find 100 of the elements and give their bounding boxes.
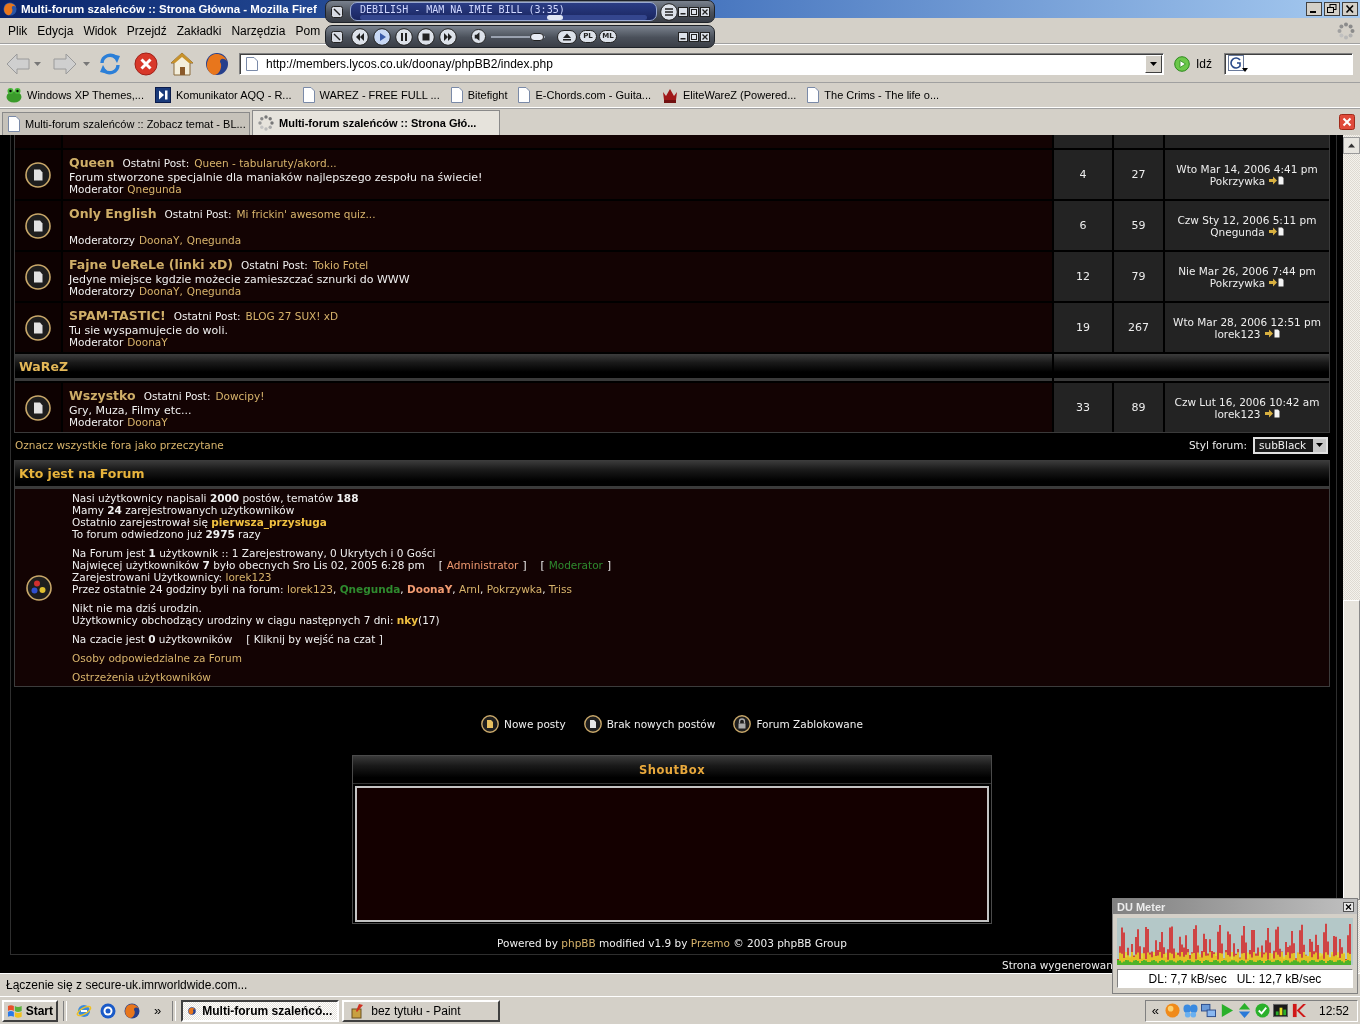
scrollbar-track[interactable] bbox=[1343, 135, 1360, 973]
minimize-icon[interactable] bbox=[678, 6, 688, 17]
start-button[interactable]: Start bbox=[2, 999, 58, 1022]
taskbar-button[interactable]: Multi-forum szaleńcó... bbox=[181, 999, 340, 1022]
admin-link[interactable]: DoonaY bbox=[406, 583, 453, 595]
text-link[interactable]: lorek123 bbox=[287, 583, 333, 595]
arrow-page-icon[interactable] bbox=[1268, 227, 1284, 236]
last-post-author[interactable]: lorek123 bbox=[1214, 407, 1261, 420]
restore-icon[interactable] bbox=[1324, 2, 1340, 16]
k-logo-icon[interactable] bbox=[1290, 1003, 1306, 1018]
text-link[interactable]: phpBB bbox=[561, 937, 596, 949]
more-chevron[interactable]: » bbox=[154, 1003, 162, 1018]
menu-item[interactable]: Narzędzia bbox=[226, 20, 291, 41]
username-link[interactable]: nky bbox=[396, 614, 419, 626]
dropdown-button[interactable] bbox=[1313, 438, 1326, 452]
moderator-link[interactable]: DoonaY, bbox=[138, 234, 183, 246]
search-field[interactable] bbox=[1224, 52, 1353, 75]
admin-link[interactable]: Administrator bbox=[446, 559, 519, 571]
menu-item[interactable]: Zakładki bbox=[171, 20, 227, 41]
speaker-icon[interactable] bbox=[471, 29, 486, 44]
moderator-link[interactable]: Qnegunda bbox=[186, 234, 242, 246]
text-link[interactable]: ArnI bbox=[458, 583, 481, 595]
mark-read-link[interactable]: Oznacz wszystkie fora jako przeczytane bbox=[15, 439, 224, 451]
moderator-link[interactable]: DoonaY bbox=[127, 336, 168, 348]
scroll-up-icon[interactable] bbox=[1343, 137, 1360, 154]
seek-track[interactable] bbox=[360, 14, 647, 20]
category-title[interactable]: WaReZ bbox=[19, 358, 68, 374]
last-post-link[interactable]: Dowcipy! bbox=[215, 390, 265, 402]
scrollbar-thumb[interactable] bbox=[1343, 600, 1360, 900]
bookmark-item[interactable]: E-Chords.com - Guita... bbox=[518, 87, 652, 103]
stop-icon[interactable] bbox=[417, 27, 435, 46]
maximize-icon[interactable] bbox=[689, 31, 699, 42]
forum-title-link[interactable]: Queen bbox=[69, 155, 115, 170]
seek-thumb[interactable] bbox=[547, 14, 564, 20]
maximize-icon[interactable] bbox=[689, 6, 699, 17]
check-circle-icon[interactable] bbox=[1254, 1003, 1270, 1018]
minimize-icon[interactable] bbox=[678, 31, 688, 42]
up-down-arrows-icon[interactable] bbox=[1236, 1003, 1252, 1018]
menu-item[interactable]: Plik bbox=[3, 20, 33, 41]
menu-item[interactable]: Edycja bbox=[32, 20, 79, 41]
text-link[interactable]: Osoby odpowiedzialne za Forum bbox=[72, 652, 242, 664]
volume-slider[interactable] bbox=[491, 32, 545, 41]
forum-title-link[interactable]: Wszystko bbox=[69, 388, 136, 403]
text-link[interactable]: Przemo bbox=[690, 937, 730, 949]
browser-tab[interactable]: Multi-forum szaleńców :: Strona Głó... bbox=[252, 110, 500, 135]
stop-icon[interactable] bbox=[134, 51, 158, 76]
meter-box-icon[interactable] bbox=[1272, 1003, 1288, 1018]
arrow-page-icon[interactable] bbox=[1269, 278, 1285, 287]
moderator-link[interactable]: DoonaY bbox=[127, 416, 168, 428]
close-icon[interactable] bbox=[700, 31, 710, 42]
last-post-author[interactable]: lorek123 bbox=[1214, 327, 1261, 340]
chat-link[interactable]: [ Kliknij by wejść na czat ] bbox=[246, 633, 383, 645]
address-dropdown-button[interactable] bbox=[1145, 54, 1162, 73]
arrow-page-icon[interactable] bbox=[1264, 409, 1280, 418]
forum-title-link[interactable]: SPAM-TASTIC! bbox=[69, 308, 166, 323]
fox-globe-icon[interactable] bbox=[205, 51, 229, 76]
go-button[interactable]: Idź bbox=[1174, 55, 1212, 72]
text-link[interactable]: Ostrzeżenia użytkowników bbox=[72, 671, 211, 683]
moderator-link[interactable]: Qnegunda bbox=[127, 183, 182, 195]
taskbar-button[interactable]: bez tytułu - Paint bbox=[342, 999, 501, 1022]
menu-item[interactable]: Pom bbox=[290, 20, 326, 41]
eject-icon[interactable] bbox=[557, 29, 577, 44]
forum-title-link[interactable]: Fajne UeReLe (linki xD) bbox=[69, 257, 234, 272]
next-icon[interactable] bbox=[439, 27, 457, 46]
arrow-page-icon[interactable] bbox=[1269, 176, 1285, 185]
network-icon[interactable] bbox=[1200, 1003, 1216, 1018]
forum-title-link[interactable]: Only English bbox=[69, 206, 157, 221]
last-post-link[interactable]: Tokio Fotel bbox=[312, 259, 369, 271]
globe-ring-icon[interactable] bbox=[76, 1002, 92, 1019]
bookmark-item[interactable]: Bitefight bbox=[450, 87, 508, 103]
caret-icon[interactable] bbox=[34, 61, 41, 66]
window-menu-icon[interactable] bbox=[331, 30, 343, 43]
caret-icon[interactable] bbox=[83, 61, 90, 66]
username-link[interactable]: pierwsza_przysługa bbox=[211, 516, 327, 528]
expand-chevron[interactable]: « bbox=[1151, 1003, 1159, 1018]
moderator-link[interactable]: Qnegunda bbox=[186, 285, 242, 297]
moderator-link[interactable]: Moderator bbox=[548, 559, 603, 571]
last-post-author[interactable]: Pokrzywka bbox=[1209, 276, 1266, 289]
home-icon[interactable] bbox=[170, 51, 194, 76]
menu-item[interactable]: Widok bbox=[78, 20, 122, 41]
bookmark-item[interactable]: Windows XP Themes,... bbox=[6, 87, 144, 103]
volume-thumb[interactable] bbox=[529, 32, 544, 41]
menu-item[interactable]: Przejdź bbox=[121, 20, 172, 41]
last-post-link[interactable]: BLOG 27 SUX! xD bbox=[245, 310, 339, 322]
last-post-author[interactable]: Qnegunda bbox=[1210, 225, 1265, 238]
last-post-link[interactable]: Queen - tabularuty/akord... bbox=[194, 157, 337, 169]
list-menu-icon[interactable] bbox=[660, 2, 678, 21]
close-icon[interactable] bbox=[1343, 901, 1354, 912]
bookmark-item[interactable]: EliteWareZ (Powered... bbox=[662, 87, 797, 103]
browser-tab[interactable]: Multi-forum szaleńców :: Zobacz temat - BL... bbox=[2, 112, 250, 135]
previous-icon[interactable] bbox=[351, 27, 369, 46]
target-ring-icon[interactable] bbox=[100, 1002, 116, 1019]
style-select[interactable]: subBlack bbox=[1253, 436, 1328, 454]
window-menu-icon[interactable] bbox=[331, 5, 343, 18]
last-post-link[interactable]: Mi frickin' awesome quiz... bbox=[236, 208, 376, 220]
last-post-author[interactable]: Pokrzywka bbox=[1209, 174, 1266, 187]
close-tab-icon[interactable] bbox=[1339, 114, 1355, 130]
close-icon[interactable] bbox=[700, 6, 710, 17]
fox-globe-icon[interactable] bbox=[124, 1002, 140, 1019]
reload-icon[interactable] bbox=[98, 51, 122, 76]
